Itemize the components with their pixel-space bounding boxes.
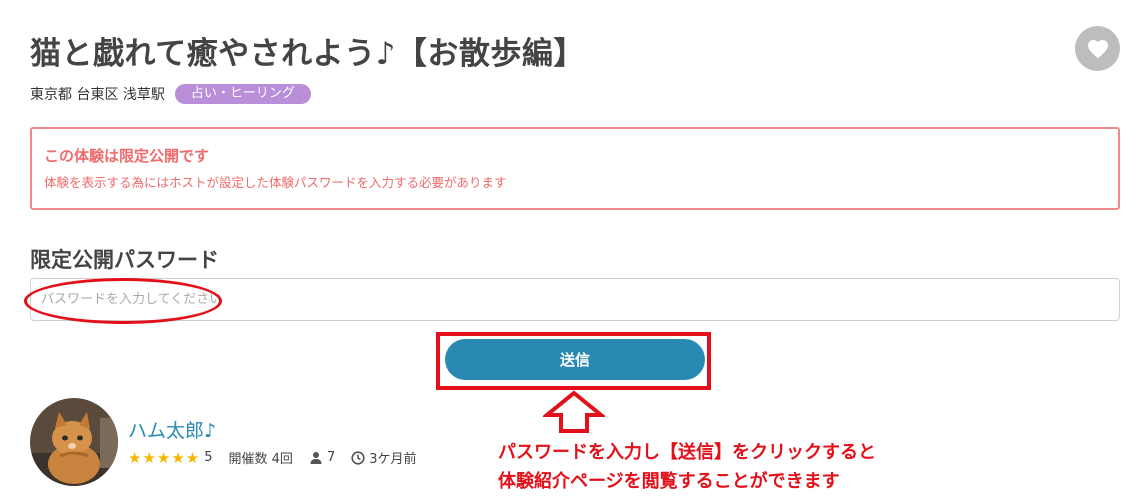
location-row: 東京都 台東区 浅草駅 占い・ヒーリング xyxy=(30,84,311,104)
followers-count: 7 xyxy=(326,450,336,465)
category-tag[interactable]: 占い・ヒーリング xyxy=(174,84,311,104)
submit-button[interactable]: 送信 xyxy=(445,339,705,380)
notice-body: 体験を表示する為にはホストが設定した体験パスワードを入力する必要があります xyxy=(44,175,507,190)
cat-avatar-image xyxy=(30,398,118,486)
last-active-stat: 3ケ月前 xyxy=(351,448,417,467)
host-name[interactable]: ハム太郎♪ xyxy=(128,416,216,443)
page-title: 猫と戯れて癒やされよう♪【お散歩編】 xyxy=(30,36,585,72)
private-notice: この体験は限定公開です 体験を表示する為にはホストが設定した体験パスワードを入力… xyxy=(30,127,1120,210)
rating-stars: ★★★★★ xyxy=(128,448,201,467)
instruction-line-1: パスワードを入力し【送信】をクリックすると xyxy=(498,442,876,463)
up-arrow-icon xyxy=(543,390,605,433)
rating-value: 5 xyxy=(204,450,213,465)
instruction-text: パスワードを入力し【送信】をクリックすると 体験紹介ページを閲覧することができま… xyxy=(498,438,876,496)
person-icon xyxy=(310,451,322,464)
host-avatar[interactable] xyxy=(30,398,118,486)
heart-icon xyxy=(1087,39,1108,58)
location-text: 東京都 台東区 浅草駅 xyxy=(30,87,165,103)
clock-icon xyxy=(351,450,365,465)
instruction-line-2: 体験紹介ページを閲覧することができます xyxy=(498,471,840,492)
last-active-text: 3ケ月前 xyxy=(369,452,417,467)
host-meta: ★★★★★ 5 開催数 4回 7 3ケ月前 xyxy=(128,448,417,468)
password-label: 限定公開パスワード xyxy=(30,248,219,272)
session-count: 開催数 4回 xyxy=(228,452,293,467)
followers-stat: 7 xyxy=(309,450,335,465)
password-input[interactable] xyxy=(30,278,1120,321)
favorite-button[interactable] xyxy=(1075,26,1120,71)
notice-title: この体験は限定公開です xyxy=(44,147,210,165)
